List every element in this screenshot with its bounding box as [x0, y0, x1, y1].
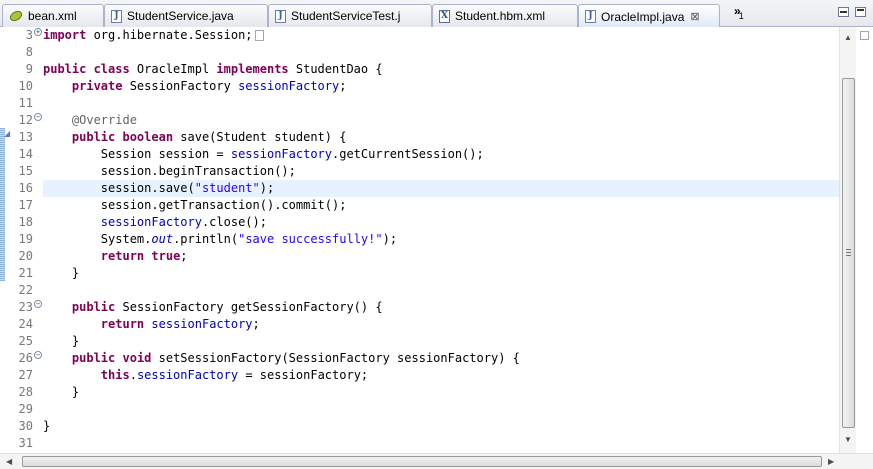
line-number: 21 — [18, 266, 33, 280]
line-number: 16 — [18, 181, 33, 195]
editor-tab-bar: bean.xml J StudentService.java J Student… — [0, 0, 873, 28]
xml-file-icon: X — [439, 9, 450, 23]
tab-oracle-impl-java[interactable]: J OracleImpl.java ⊠ — [578, 4, 720, 28]
line-number: 23 — [18, 300, 33, 314]
line-number: 27 — [18, 368, 33, 382]
code-area[interactable]: import org.hibernate.Session; public cla… — [43, 27, 839, 453]
code-line: } — [71, 385, 80, 399]
fold-collapse-icon[interactable]: − — [34, 351, 42, 359]
line-number: 18 — [18, 215, 33, 229]
java-file-icon: J — [275, 9, 286, 23]
vertical-scroll-thumb[interactable] — [842, 78, 855, 428]
line-number: 17 — [18, 198, 33, 212]
code-line: System.out.println("save successfully!")… — [100, 232, 398, 246]
scroll-right-icon[interactable]: ▶ — [828, 457, 834, 466]
line-number: 14 — [18, 147, 33, 161]
code-line: } — [71, 334, 80, 348]
line-number: 29 — [18, 402, 33, 416]
line-number: 11 — [18, 96, 33, 110]
grip-icon — [846, 249, 851, 256]
maximize-button[interactable] — [855, 7, 866, 17]
tab-overflow-button[interactable]: »1 — [734, 4, 744, 21]
overflow-count: 1 — [738, 11, 744, 21]
code-line: public SessionFactory getSessionFactory(… — [71, 300, 383, 314]
code-line: } — [71, 266, 80, 280]
scroll-left-icon[interactable]: ◀ — [6, 457, 12, 466]
line-number: 31 — [18, 436, 33, 450]
java-file-icon: J — [111, 9, 122, 23]
code-line: session.beginTransaction(); — [100, 164, 296, 178]
scroll-down-icon[interactable]: ▼ — [844, 435, 852, 444]
line-number: 13 — [18, 130, 33, 144]
tab-label: StudentServiceTest.j — [291, 9, 401, 23]
horizontal-scrollbar[interactable]: ◀ ▶ — [0, 453, 873, 469]
code-line: public class OracleImpl implements Stude… — [43, 62, 383, 76]
line-number: 15 — [18, 164, 33, 178]
line-number: 30 — [18, 419, 33, 433]
folded-imports-indicator[interactable] — [254, 30, 264, 41]
line-number: 20 — [18, 249, 33, 263]
code-line: session.getTransaction().commit(); — [100, 198, 347, 212]
code-line: public boolean save(Student student) { — [71, 130, 347, 144]
line-number: 28 — [18, 385, 33, 399]
code-line: sessionFactory.close(); — [100, 215, 267, 229]
overview-ruler — [856, 27, 873, 453]
code-line: @Override — [71, 113, 137, 127]
line-number: 26 — [18, 351, 33, 365]
code-line: import org.hibernate.Session; — [43, 27, 839, 44]
scroll-up-icon[interactable]: ▲ — [844, 33, 852, 42]
horizontal-scroll-thumb[interactable] — [22, 456, 822, 467]
line-number: 25 — [18, 334, 33, 348]
code-line: Session session = sessionFactory.getCurr… — [100, 147, 484, 161]
line-number: 8 — [25, 45, 33, 59]
tab-label: OracleImpl.java — [601, 9, 685, 24]
vertical-scrollbar[interactable]: ▲ ▼ — [839, 27, 856, 453]
line-number: 24 — [18, 317, 33, 331]
line-number: 19 — [18, 232, 33, 246]
overview-status-icon — [860, 31, 869, 40]
tab-bean-xml[interactable]: bean.xml — [2, 4, 104, 27]
code-line: return sessionFactory; — [100, 317, 260, 331]
tab-label: StudentService.java — [127, 9, 234, 23]
code-line: return true; — [100, 249, 188, 263]
minimize-button[interactable] — [838, 7, 849, 17]
code-line: } — [43, 419, 51, 433]
tab-student-service-test[interactable]: J StudentServiceTest.j — [268, 4, 432, 27]
tab-label: Student.hbm.xml — [455, 9, 546, 23]
fold-collapse-icon[interactable]: − — [34, 300, 42, 308]
tab-student-hbm-xml[interactable]: X Student.hbm.xml — [432, 4, 578, 27]
line-number: 12 — [18, 113, 33, 127]
fold-expand-icon[interactable]: + — [34, 28, 42, 36]
close-tab-icon[interactable]: ⊠ — [690, 10, 699, 23]
line-number: 9 — [25, 62, 33, 76]
tab-student-service-java[interactable]: J StudentService.java — [104, 4, 268, 27]
fold-collapse-icon[interactable]: − — [34, 113, 42, 121]
java-file-icon: J — [585, 10, 596, 23]
java-editor[interactable]: ◢ 3 8 9 10 11 12 13 14 15 16 17 18 19 20… — [0, 27, 873, 469]
line-number-gutter: 3 8 9 10 11 12 13 14 15 16 17 18 19 20 2… — [5, 27, 43, 453]
line-number: 3 — [25, 28, 33, 42]
tab-label: bean.xml — [28, 9, 77, 23]
bean-xml-icon — [9, 10, 23, 22]
line-number: 10 — [18, 79, 33, 93]
code-line: this.sessionFactory = sessionFactory; — [100, 368, 369, 382]
chevron-double-right-icon: » — [734, 4, 741, 18]
current-code-line: session.save("student"); — [43, 180, 839, 197]
code-line: private SessionFactory sessionFactory; — [71, 79, 347, 93]
code-line: public void setSessionFactory(SessionFac… — [71, 351, 520, 365]
line-number: 22 — [18, 283, 33, 297]
